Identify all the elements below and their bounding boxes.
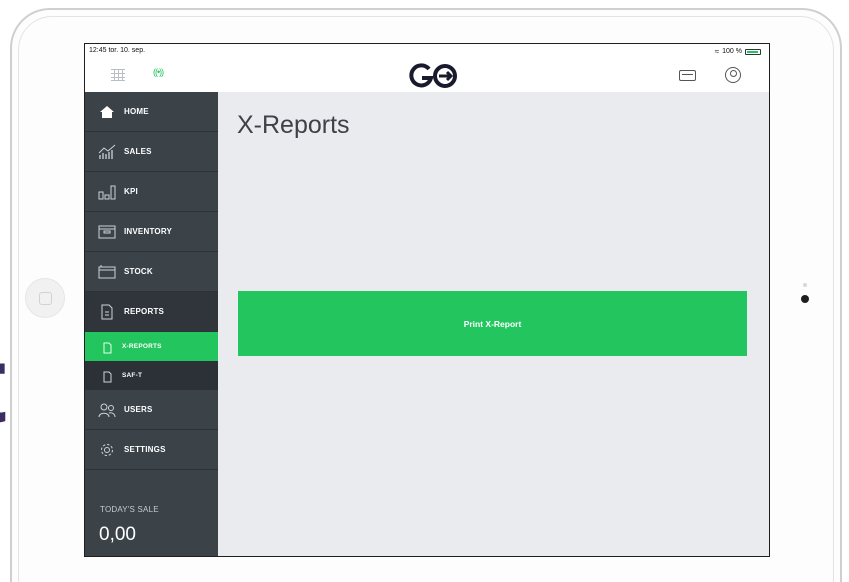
- gear-icon: [96, 441, 118, 459]
- user-account-icon[interactable]: [725, 67, 741, 83]
- sidebar-item-label: INVENTORY: [124, 227, 173, 236]
- front-sensor: [803, 283, 807, 287]
- sidebar-subitem-x-reports[interactable]: X-REPORTS: [85, 332, 225, 361]
- sales-chart-icon: [96, 143, 118, 161]
- users-icon: [96, 401, 118, 419]
- home-icon: [96, 103, 118, 121]
- status-bar: 12:45 tor. 10. sep. ≈ 100 %: [85, 44, 769, 58]
- sidebar-subitem-label: SAF-T: [122, 372, 143, 379]
- home-hardware-button[interactable]: [25, 278, 65, 318]
- status-right: ≈ 100 %: [715, 47, 761, 56]
- print-x-report-button[interactable]: Print X-Report: [238, 291, 747, 356]
- top-bar: ((•)) GO: [85, 58, 769, 92]
- sidebar-subitem-label: X-REPORTS: [122, 343, 162, 350]
- grid-menu-icon[interactable]: [111, 69, 125, 81]
- sidebar: HOME SALES KPI INVENTORY STOCK REPORTS X…: [85, 92, 225, 556]
- wifi-icon: ≈: [714, 47, 720, 56]
- stock-box-icon: [96, 263, 118, 281]
- inventory-box-icon: [96, 223, 118, 241]
- battery-icon: [745, 48, 761, 55]
- sidebar-item-label: HOME: [124, 107, 149, 116]
- sidebar-item-inventory[interactable]: INVENTORY: [85, 212, 218, 252]
- sidebar-item-settings[interactable]: SETTINGS: [85, 430, 218, 470]
- sidebar-item-users[interactable]: USERS: [85, 390, 218, 430]
- sidebar-item-label: STOCK: [124, 267, 153, 276]
- kpi-bars-icon: [96, 183, 118, 201]
- battery-percent: 100 %: [722, 48, 742, 55]
- connection-signal-icon: ((•)): [153, 67, 164, 77]
- document-icon: [101, 341, 113, 353]
- sidebar-subitem-saf-t[interactable]: SAF-T: [85, 361, 218, 390]
- printer-icon[interactable]: [679, 70, 696, 81]
- status-time-date: 12:45 tor. 10. sep.: [89, 47, 146, 54]
- sidebar-item-label: SETTINGS: [124, 445, 166, 454]
- document-icon: [101, 370, 113, 382]
- background-glyph: t: [0, 330, 7, 440]
- go-logo: GO: [409, 63, 457, 88]
- sidebar-item-stock[interactable]: STOCK: [85, 252, 218, 292]
- todays-sale-value: 0,00: [99, 524, 136, 545]
- main-content: X-Reports Print X-Report: [218, 92, 769, 556]
- app-screen: 12:45 tor. 10. sep. ≈ 100 % ((•)) HOME S…: [84, 43, 770, 557]
- sidebar-item-sales[interactable]: SALES: [85, 132, 218, 172]
- todays-sale-label: TODAY'S SALE: [100, 505, 159, 514]
- sidebar-item-kpi[interactable]: KPI: [85, 172, 218, 212]
- sidebar-item-label: KPI: [124, 187, 138, 196]
- screenshot-stage: t 12:45 tor. 10. sep. ≈ 100 %: [0, 0, 849, 582]
- sidebar-item-label: USERS: [124, 405, 153, 414]
- front-camera: [801, 295, 809, 303]
- page-title: X-Reports: [237, 111, 350, 139]
- sidebar-item-home[interactable]: HOME: [85, 92, 218, 132]
- sidebar-item-label: REPORTS: [124, 307, 165, 316]
- battery-fill: [747, 50, 758, 53]
- report-document-icon: [96, 303, 118, 321]
- sidebar-item-label: SALES: [124, 147, 152, 156]
- home-button-square-icon: [39, 292, 52, 305]
- sidebar-item-reports[interactable]: REPORTS: [85, 292, 218, 332]
